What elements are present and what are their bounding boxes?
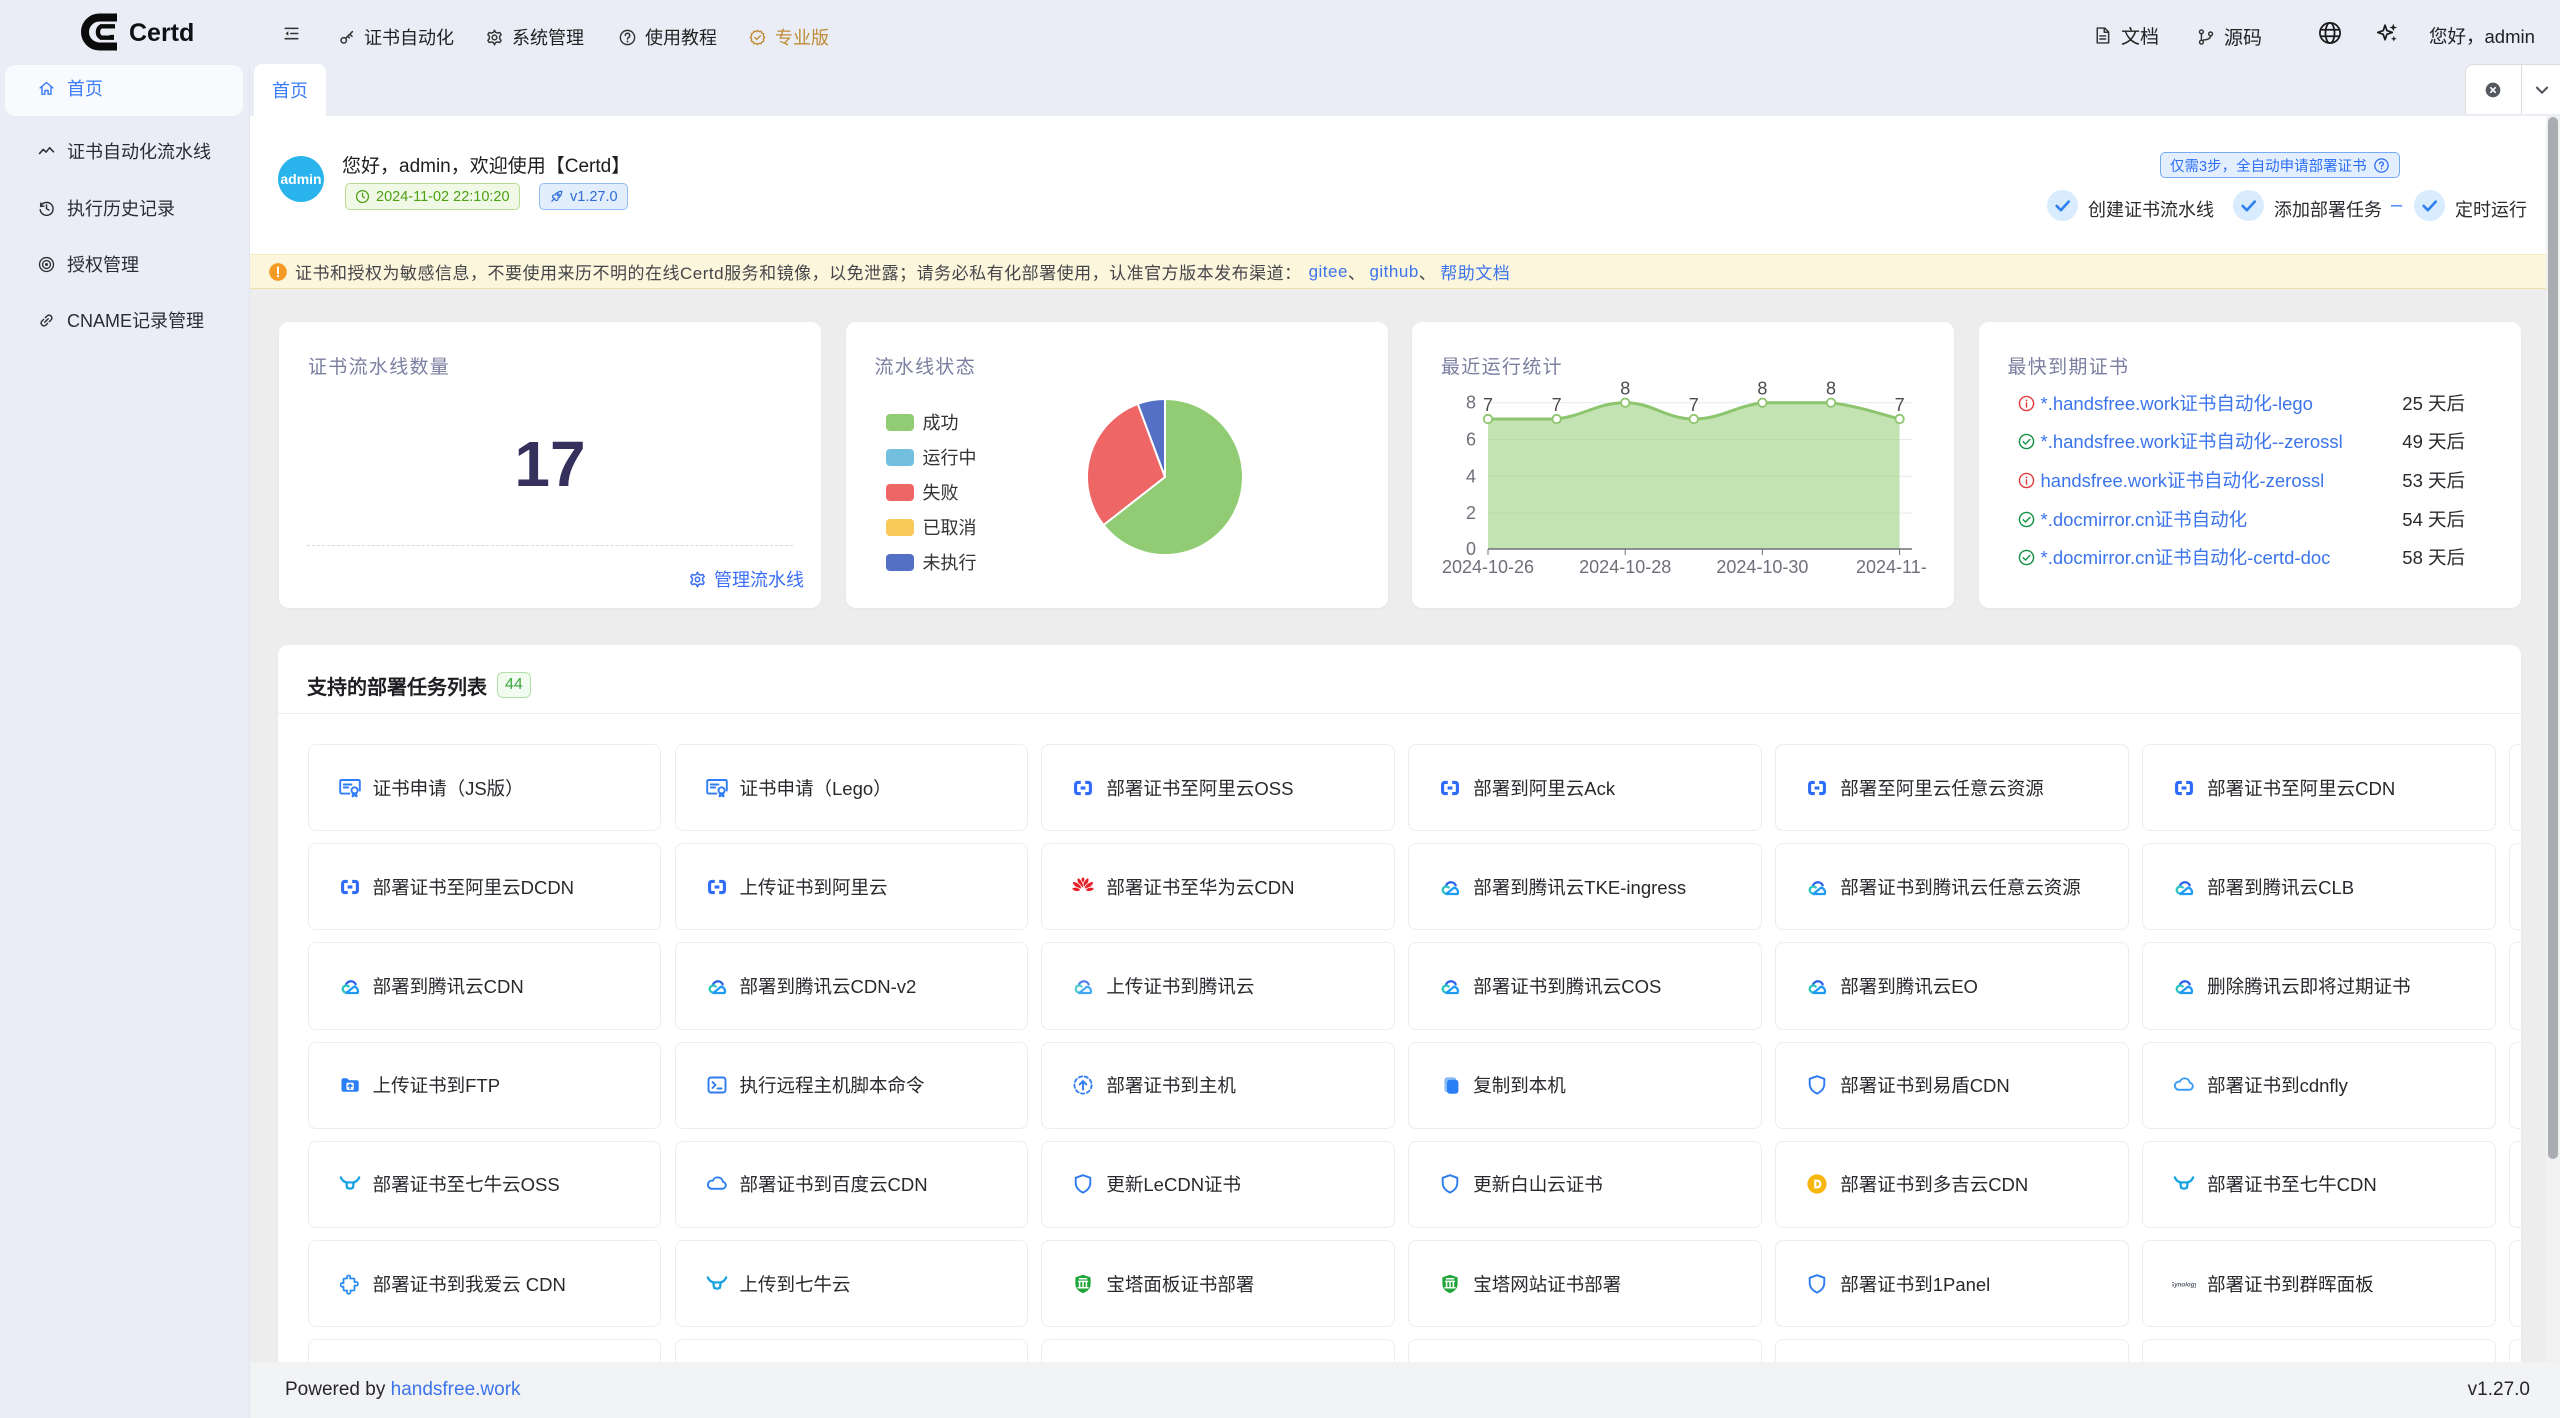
svg-text:7: 7 (1483, 395, 1493, 415)
svg-text:2024-10-28: 2024-10-28 (1579, 557, 1671, 577)
svg-text:Synology: Synology (2172, 1281, 2196, 1288)
svg-text:0: 0 (1466, 539, 1476, 559)
svg-text:8: 8 (1757, 379, 1767, 399)
svg-text:7: 7 (1895, 395, 1905, 415)
svg-text:2024-10-26: 2024-10-26 (1442, 557, 1534, 577)
svg-text:2024-11-: 2024-11- (1856, 557, 1927, 577)
svg-text:8: 8 (1620, 379, 1630, 399)
svg-text:7: 7 (1552, 395, 1562, 415)
svg-text:7: 7 (1689, 395, 1699, 415)
svg-text:2024-10-30: 2024-10-30 (1716, 557, 1808, 577)
svg-text:8: 8 (1466, 393, 1476, 413)
svg-text:6: 6 (1466, 430, 1476, 450)
svg-text:2: 2 (1466, 503, 1476, 523)
svg-text:8: 8 (1826, 379, 1836, 399)
svg-text:4: 4 (1466, 466, 1476, 486)
